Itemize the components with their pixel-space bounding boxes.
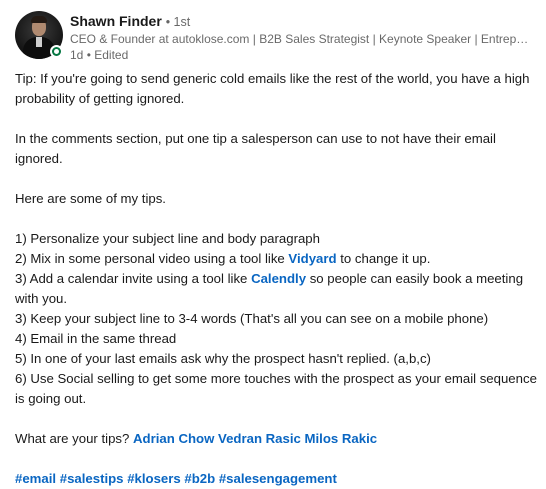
tip-item: 4) Email in the same thread — [15, 331, 177, 346]
author-avatar[interactable] — [15, 11, 63, 59]
author-meta: Shawn Finder • 1st CEO & Founder at auto… — [70, 11, 535, 63]
author-name[interactable]: Shawn Finder — [70, 13, 162, 29]
post-ask: In the comments section, put one tip a s… — [15, 131, 496, 166]
post-timestamp: 1d • Edited — [70, 47, 535, 63]
post-intro: Tip: If you're going to send generic col… — [15, 71, 530, 106]
mention-link[interactable]: Adrian Chow — [133, 431, 214, 446]
degree-label: 1st — [173, 15, 191, 29]
tip-item: 1) Personalize your subject line and bod… — [15, 231, 320, 246]
hashtag-row: #email #salestips #klosers #b2b #salesen… — [15, 469, 537, 489]
author-headline: CEO & Founder at autoklose.com | B2B Sal… — [70, 32, 530, 46]
hashtag-link[interactable]: #salesengagement — [219, 471, 337, 486]
feed-post: Shawn Finder • 1st CEO & Founder at auto… — [0, 0, 546, 487]
tip-text: 2) Mix in some personal video using a to… — [15, 251, 289, 266]
post-age: 1d — [70, 48, 84, 62]
tips-intro: Here are some of my tips. — [15, 191, 166, 206]
tip-item: 6) Use Social selling to get some more t… — [15, 371, 537, 406]
hashtag-link[interactable]: #klosers — [127, 471, 181, 486]
tip-text: to change it up. — [336, 251, 431, 266]
online-status-icon — [50, 45, 63, 58]
tip-item: 5) In one of your last emails ask why th… — [15, 351, 431, 366]
separator-dot: • — [83, 48, 95, 62]
tips-question: What are your tips? Adrian Chow Vedran R… — [15, 429, 537, 449]
tip-item: 3) Keep your subject line to 3-4 words (… — [15, 311, 489, 326]
calendly-link[interactable]: Calendly — [251, 271, 306, 286]
hashtag-link[interactable]: #salestips — [60, 471, 124, 486]
tip-item: 3) Add a calendar invite using a tool li… — [15, 269, 537, 309]
tip-item: 2) Mix in some personal video using a to… — [15, 249, 537, 269]
hashtag-link[interactable]: #b2b — [184, 471, 215, 486]
author-name-row: Shawn Finder • 1st — [70, 11, 535, 31]
hashtag-link[interactable]: #email — [15, 471, 56, 486]
connection-degree: • 1st — [165, 15, 191, 29]
post-body: Tip: If you're going to send generic col… — [15, 69, 537, 489]
post-header: Shawn Finder • 1st CEO & Founder at auto… — [15, 11, 535, 63]
tip-text: 3) Add a calendar invite using a tool li… — [15, 271, 252, 286]
mention-link[interactable]: Milos Rakic — [305, 431, 378, 446]
vidyard-link[interactable]: Vidyard — [288, 251, 336, 266]
question-text: What are your tips? — [15, 431, 130, 446]
edited-label: Edited — [94, 48, 129, 62]
mention-link[interactable]: Vedran Rasic — [218, 431, 301, 446]
